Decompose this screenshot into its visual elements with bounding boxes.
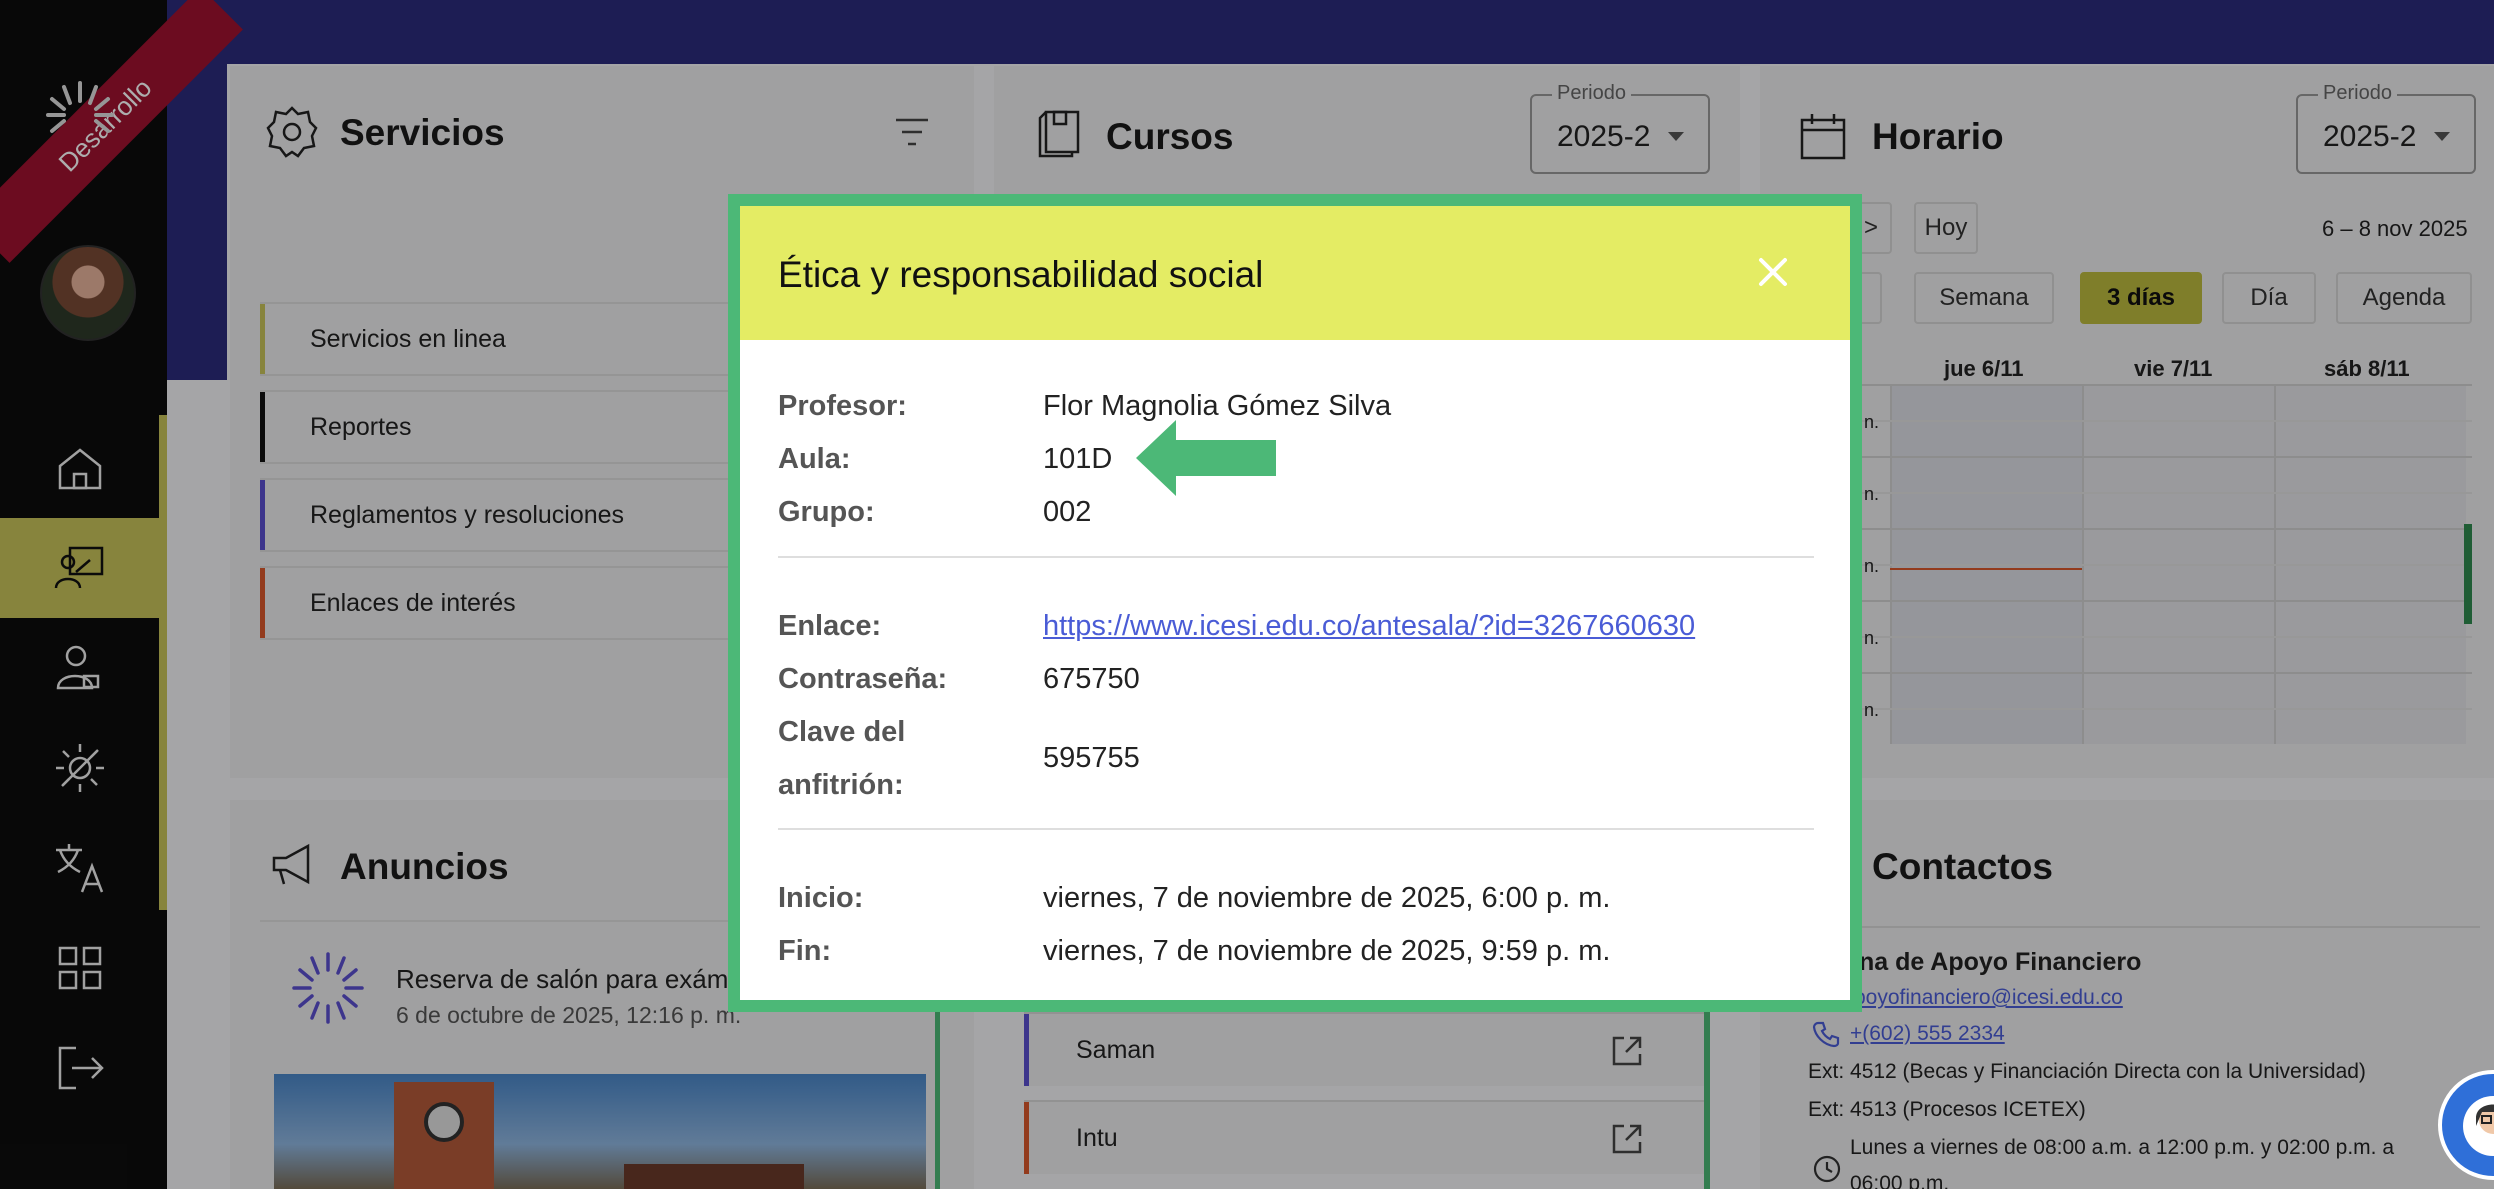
inicio-value: viernes, 7 de noviembre de 2025, 6:00 p.… (1043, 882, 1611, 914)
grupo-value: 002 (1043, 496, 1092, 528)
contrasena-value: 675750 (1043, 663, 1140, 695)
modal-body: Ética y responsabilidad social Profesor:… (740, 206, 1850, 1000)
enlace-link[interactable]: https://www.icesi.edu.co/antesala/?id=32… (1043, 610, 1695, 643)
fin-value: viernes, 7 de noviembre de 2025, 9:59 p.… (1043, 935, 1611, 967)
aula-label: Aula: (778, 443, 851, 475)
course-detail-modal: Ética y responsabilidad social Profesor:… (728, 194, 1862, 1012)
divider (778, 556, 1814, 558)
modal-header: Ética y responsabilidad social (740, 206, 1850, 340)
assistant-avatar-icon (2463, 1096, 2494, 1156)
clave-value: 595755 (1043, 742, 1140, 774)
clave-label-line1: Clave del (778, 716, 906, 748)
grupo-label: Grupo: (778, 496, 875, 528)
fin-label: Fin: (778, 935, 832, 967)
contrasena-label: Contraseña: (778, 663, 948, 695)
modal-title: Ética y responsabilidad social (778, 254, 1264, 295)
app-root: Desarrollo Servicios Servicios en linea … (0, 0, 2494, 1189)
arrow-left-icon (1136, 420, 1276, 496)
divider (778, 828, 1814, 830)
profesor-label: Profesor: (778, 390, 907, 422)
close-icon[interactable] (1751, 250, 1795, 294)
enlace-label: Enlace: (778, 610, 882, 642)
inicio-label: Inicio: (778, 882, 864, 914)
clave-label-line2: anfitrión: (778, 769, 904, 801)
aula-value: 101D (1043, 443, 1113, 475)
